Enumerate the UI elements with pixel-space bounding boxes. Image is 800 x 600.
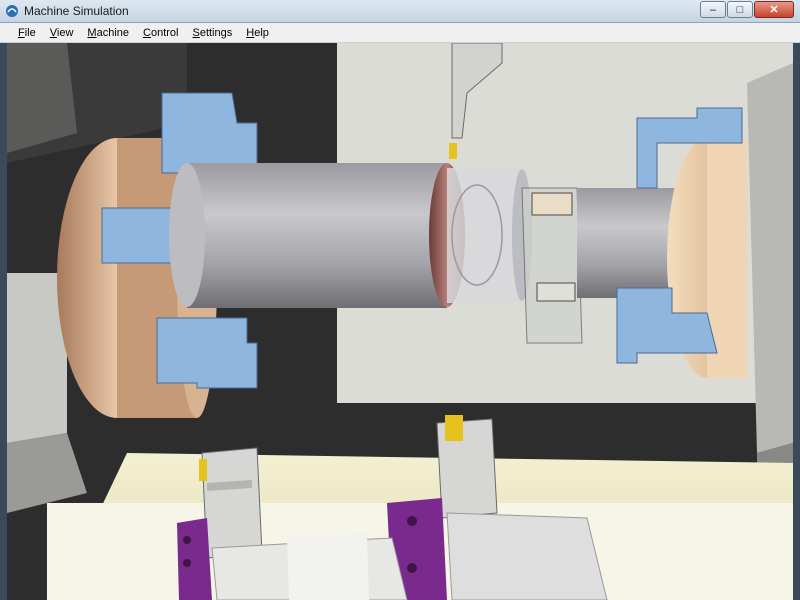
menu-file[interactable]: File <box>12 27 42 39</box>
title-bar[interactable]: Machine Simulation – □ ✕ <box>0 0 800 23</box>
menu-machine[interactable]: Machine <box>81 27 135 39</box>
menu-help[interactable]: Help <box>240 27 275 39</box>
right-shaft <box>577 188 677 298</box>
close-icon: ✕ <box>769 3 778 16</box>
workpiece-shaft <box>187 163 447 308</box>
lower-tool-insert-left <box>199 459 207 481</box>
simulation-viewport[interactable] <box>7 43 793 600</box>
menu-control[interactable]: Control <box>137 27 184 39</box>
close-button[interactable]: ✕ <box>754 1 794 18</box>
window-title: Machine Simulation <box>24 4 129 18</box>
tool-clamp-left <box>177 518 212 600</box>
minimize-icon: – <box>710 4 716 16</box>
app-icon <box>5 4 19 18</box>
menu-bar: File View Machine Control Settings Help <box>0 23 800 43</box>
menu-view[interactable]: View <box>44 27 80 39</box>
left-chuck-jaw-bottom <box>157 318 257 388</box>
maximize-button[interactable]: □ <box>727 1 753 18</box>
machine-scene <box>7 43 793 600</box>
maximize-icon: □ <box>737 4 744 16</box>
menu-settings[interactable]: Settings <box>186 27 238 39</box>
application-window: Machine Simulation – □ ✕ File View Machi… <box>0 0 800 600</box>
top-tool-insert <box>449 143 457 159</box>
minimize-button[interactable]: – <box>700 1 726 18</box>
lower-tool-post-left <box>202 448 262 558</box>
lower-tool-insert-right <box>445 415 463 441</box>
